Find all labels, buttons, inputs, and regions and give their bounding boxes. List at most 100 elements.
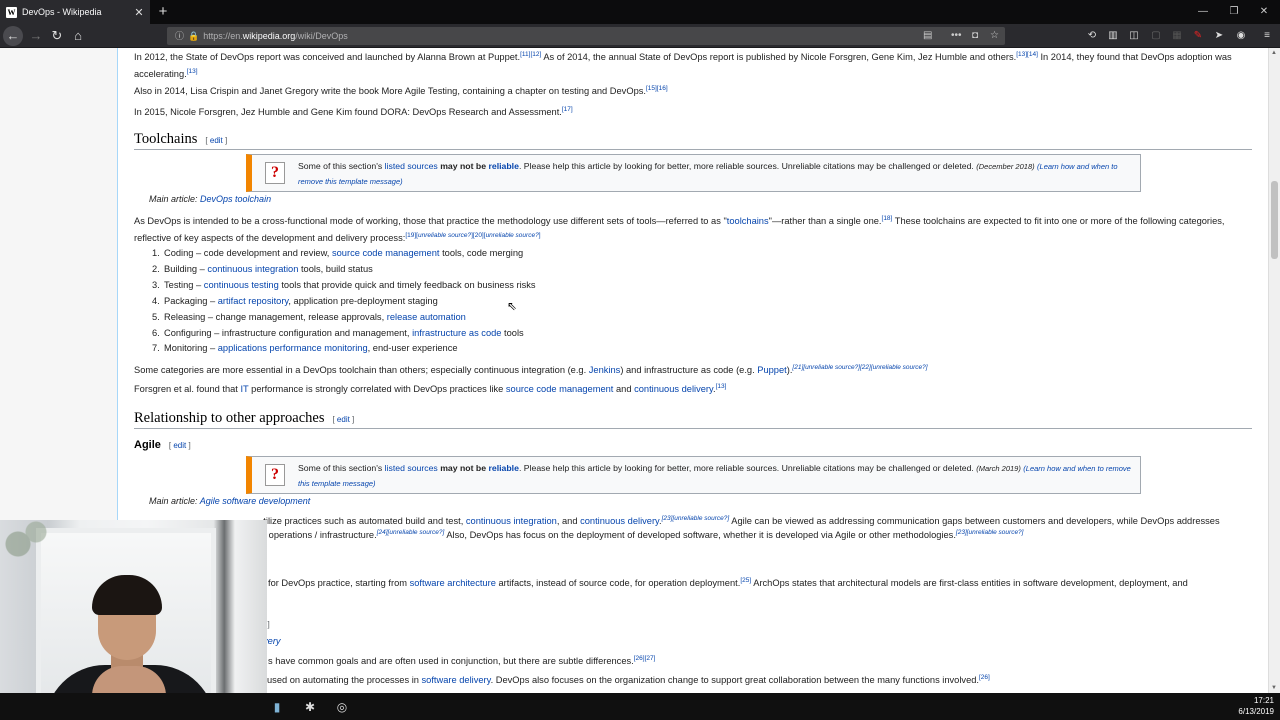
menu-icon[interactable]: ≡: [1259, 28, 1275, 44]
extension-red-icon[interactable]: ✎: [1190, 28, 1206, 44]
screen: W DevOps - Wikipedia ✕ + — ❐ ✕ ← → ↻ ⌂ ⓘ…: [0, 0, 1280, 720]
continuous-delivery-link[interactable]: continuous delivery: [634, 384, 713, 394]
continuous-delivery-link[interactable]: continuous delivery: [580, 516, 659, 526]
url-bar[interactable]: ⓘ 🔒 https://en.wikipedia.org/wiki/DevOps ▤…: [167, 27, 1005, 45]
close-tab-icon[interactable]: ✕: [132, 6, 146, 19]
section-heading-relationship: Relationship to other approaches[ edit ]: [134, 410, 355, 426]
list-item: 3. Testing – continuous testing tools tha…: [152, 279, 536, 290]
sidebar-icon[interactable]: ◫: [1126, 28, 1142, 44]
agile-paragraph-line-1: …tilize practices such as automated buil…: [254, 515, 1220, 526]
continuous-testing-link[interactable]: continuous testing: [204, 280, 279, 290]
cd-paragraph-line-1: s have common goals and are often used i…: [268, 655, 656, 666]
unreliable-sources-notice: ? Some of this section's listed sources …: [246, 456, 1141, 494]
toolchain-categories-list: 1. Coding – code development and review, …: [152, 246, 536, 357]
release-automation-link[interactable]: release automation: [387, 312, 466, 322]
browser-tab-bar: W DevOps - Wikipedia ✕ + — ❐ ✕: [0, 0, 1280, 24]
slack-icon[interactable]: ✱: [299, 696, 321, 718]
scroll-up-arrow-icon[interactable]: ▲: [1271, 50, 1277, 56]
edit-section-toolchains[interactable]: [ edit ]: [205, 136, 227, 145]
unreliable-sources-notice: ? Some of this section's listed sources …: [246, 154, 1141, 192]
subsection-heading-agile: Agile[ edit ]: [134, 439, 191, 451]
section-heading-toolchains: Toolchains[ edit ]: [134, 131, 228, 147]
software-architecture-link[interactable]: software architecture: [410, 578, 496, 588]
tab-devops[interactable]: W DevOps - Wikipedia ✕: [0, 0, 150, 24]
mouse-cursor-icon: ⇖: [507, 299, 518, 313]
home-button[interactable]: ⌂: [68, 26, 88, 46]
continuous-integration-link[interactable]: continuous integration: [466, 516, 557, 526]
scm-link[interactable]: source code management: [506, 384, 614, 394]
list-item: 2. Building – continuous integration tool…: [152, 263, 373, 274]
list-item: 1. Coding – code development and review, …: [152, 248, 524, 258]
system-clock[interactable]: 17:21 6/13/2019: [1238, 695, 1274, 717]
bookmark-star-icon[interactable]: ☆: [990, 27, 999, 45]
it-link[interactable]: IT: [240, 384, 248, 394]
page-actions-icon[interactable]: •••: [951, 27, 962, 45]
extension-grid-icon[interactable]: ▦: [1169, 28, 1185, 44]
extension-arrow-icon[interactable]: ➤: [1211, 28, 1227, 44]
intro-paragraph-1: In 2012, the State of DevOps report was …: [134, 51, 1232, 79]
history-icon[interactable]: ⟲: [1084, 28, 1100, 44]
list-item: 7. Monitoring – applications performance …: [152, 343, 458, 354]
infrastructure-as-code-link[interactable]: infrastructure as code: [412, 328, 501, 338]
forward-button[interactable]: →: [26, 26, 46, 46]
cd-paragraph-line-2: used on automating the processes in soft…: [267, 674, 990, 685]
pocket-icon[interactable]: ◘: [972, 27, 978, 45]
agile-software-development-link[interactable]: Agile software development: [200, 496, 311, 506]
software-delivery-link[interactable]: software delivery: [422, 675, 491, 685]
main-article-hatnote: Main article: DevOps toolchain: [149, 194, 272, 204]
article-content: In 2012, the State of DevOps report was …: [118, 48, 1268, 693]
browser-toolbar: ← → ↻ ⌂ ⓘ 🔒 https://en.wikipedia.org/wiki/…: [0, 24, 1280, 48]
edit-section-agile[interactable]: [ edit ]: [169, 441, 191, 450]
reliable-link[interactable]: reliable: [489, 161, 519, 171]
section-divider: [134, 428, 1252, 429]
reliable-link[interactable]: reliable: [489, 463, 519, 473]
intro-paragraph-2: Also in 2014, Lisa Crispin and Janet Gre…: [134, 85, 668, 96]
forsgren-paragraph: Forsgren et al. found that IT performanc…: [134, 383, 727, 394]
page-scrollbar[interactable]: ▲ ▼: [1268, 48, 1280, 693]
lock-icon: 🔒: [188, 31, 200, 41]
account-icon[interactable]: ◉: [1233, 28, 1249, 44]
reader-view-icon[interactable]: ▤: [923, 27, 932, 45]
maximize-window-button[interactable]: ❐: [1218, 0, 1250, 24]
library-icon[interactable]: ▥: [1105, 28, 1121, 44]
puppet-link[interactable]: Puppet: [757, 365, 786, 375]
listed-sources-link[interactable]: listed sources: [385, 463, 438, 473]
scroll-thumb[interactable]: [1271, 181, 1278, 259]
tab-title: DevOps - Wikipedia: [22, 7, 102, 17]
extension-icon[interactable]: ▢: [1148, 28, 1164, 44]
continuous-integration-link[interactable]: continuous integration: [207, 264, 298, 274]
question-mark-icon: ?: [265, 162, 285, 184]
new-tab-button[interactable]: +: [154, 3, 172, 21]
agile-paragraph-line-2: IT operations / infrastructure.[24][unre…: [258, 529, 1024, 540]
list-item: 6. Configuring – infrastructure configura…: [152, 327, 524, 338]
url-path: /wiki/DevOps: [295, 31, 348, 41]
taskbar-app-icon[interactable]: ▮: [266, 696, 288, 718]
info-icon[interactable]: ⓘ: [175, 31, 184, 41]
background-plants: [0, 520, 60, 580]
url-host: wikipedia.org: [242, 31, 296, 41]
source-code-management-link[interactable]: source code management: [332, 248, 440, 258]
webcam-overlay: [0, 520, 267, 720]
section-divider: [134, 149, 1252, 150]
list-item: 4. Packaging – artifact repository, appli…: [152, 295, 438, 306]
jenkins-link[interactable]: Jenkins: [589, 365, 621, 375]
close-window-button[interactable]: ✕: [1248, 0, 1280, 24]
edit-section-relationship[interactable]: [ edit ]: [332, 415, 354, 424]
obs-icon[interactable]: ◎: [331, 696, 353, 718]
apm-link[interactable]: applications performance monitoring: [218, 343, 368, 353]
clock-time: 17:21: [1253, 696, 1274, 705]
wikipedia-favicon-icon: W: [6, 6, 17, 18]
archops-paragraph: for DevOps practice, starting from softw…: [268, 577, 1188, 588]
listed-sources-link[interactable]: listed sources: [385, 161, 438, 171]
minimize-window-button[interactable]: —: [1187, 0, 1219, 24]
main-article-hatnote: Main article: Agile software development: [149, 496, 311, 506]
intro-paragraph-3: In 2015, Nicole Forsgren, Jez Humble and…: [134, 106, 573, 117]
reload-button[interactable]: ↻: [47, 26, 67, 46]
list-item: 5. Releasing – change management, release…: [152, 311, 466, 322]
categories-paragraph: Some categories are more essential in a …: [134, 364, 928, 375]
back-button[interactable]: ←: [3, 26, 23, 46]
artifact-repository-link[interactable]: artifact repository: [218, 296, 289, 306]
scroll-down-arrow-icon[interactable]: ▼: [1271, 685, 1277, 691]
toolchains-link[interactable]: toolchains: [727, 216, 769, 226]
devops-toolchain-link[interactable]: DevOps toolchain: [200, 194, 271, 204]
